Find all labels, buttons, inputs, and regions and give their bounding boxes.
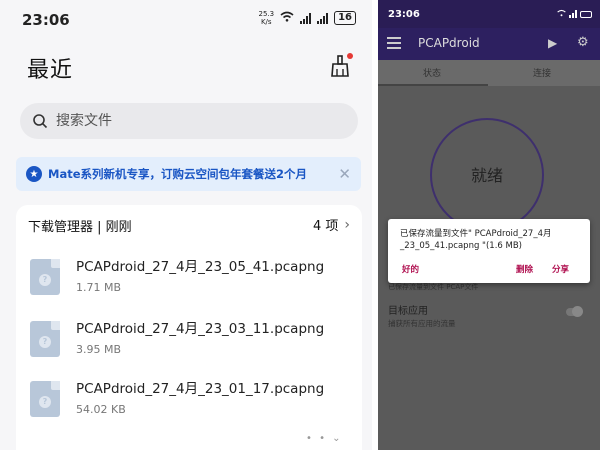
dialog-message: 已保存流量到文件" PCAPdroid_27_4月_23_05_41.pcapn… (400, 229, 552, 251)
signal-icon-2 (317, 12, 329, 24)
broom-icon (331, 55, 349, 77)
app-title: PCAPdroid (418, 36, 480, 50)
file-name: PCAPdroid_27_4月_23_05_41.pcapng (76, 259, 325, 275)
close-icon[interactable]: ✕ (338, 165, 351, 183)
chevron-right-icon: › (344, 216, 350, 233)
status-bar: 23:06 25.3 K/s 16 (0, 0, 372, 42)
file-item[interactable]: ? PCAPdroid_27_4月_23_05_41.pcapng 1.71 M… (28, 255, 348, 307)
pcapdroid-screen: 23:06 PCAPdroid ▶ ⚙ 状态 连接 就绪 已保存流量到文件 PC… (378, 0, 600, 450)
file-icon: ? (30, 381, 60, 417)
tab-indicator (378, 84, 488, 86)
page-title: 最近 (27, 58, 74, 83)
search-bar[interactable] (20, 103, 358, 139)
file-name: PCAPdroid_27_4月_23_03_11.pcapng (76, 321, 325, 337)
tab-bar: 状态 连接 (378, 60, 600, 86)
status-time: 23:06 (22, 11, 70, 29)
file-manager-screen: 23:06 25.3 K/s 16 最近 ★ (0, 0, 372, 450)
promo-banner[interactable]: ★ Mate系列新机专享，订购云空间包年套餐送2个月 ✕ (16, 157, 361, 191)
file-size: 3.95 MB (76, 343, 122, 356)
downloads-header: 下载管理器 | 刚刚 (28, 220, 132, 235)
screenshot-root: 23:06 25.3 K/s 16 最近 ★ (0, 0, 600, 450)
net-speed-unit: K/s (260, 18, 272, 26)
downloads-count-button[interactable]: 4 项 › (312, 215, 350, 235)
file-icon: ? (30, 259, 60, 295)
banner-text: Mate系列新机专享，订购云空间包年套餐送2个月 (48, 167, 308, 181)
file-size: 54.02 KB (76, 403, 126, 416)
wifi-icon (557, 9, 566, 19)
tab-connections[interactable]: 连接 (533, 66, 551, 79)
battery-icon (580, 10, 592, 18)
cleanup-button[interactable] (330, 53, 353, 77)
search-input[interactable] (56, 113, 326, 129)
search-icon (33, 114, 48, 129)
file-size: 1.71 MB (76, 281, 122, 294)
notification-dot (347, 53, 353, 59)
menu-icon[interactable] (387, 37, 401, 49)
net-speed-value: 25.3 (258, 10, 275, 18)
file-icon: ? (30, 321, 60, 357)
wifi-icon (280, 11, 294, 25)
status-icons (557, 9, 592, 19)
target-app-title: 目标应用 (388, 306, 428, 317)
status-text: 就绪 (470, 166, 503, 185)
battery-icon: 16 (334, 11, 356, 25)
star-badge-icon: ★ (26, 166, 42, 182)
delete-button[interactable]: 删除 (516, 263, 533, 275)
faded-info-line: 已保存流量到文件 PCAP文件 (388, 283, 479, 291)
app-toolbar: PCAPdroid ▶ ⚙ (378, 28, 600, 60)
status-time: 23:06 (388, 9, 420, 20)
net-speed: 25.3 K/s (258, 10, 274, 26)
saved-dialog: 已保存流量到文件" PCAPdroid_27_4月_23_05_41.pcapn… (388, 219, 590, 283)
share-button[interactable]: 分享 (552, 263, 569, 275)
signal-icon (569, 10, 577, 18)
downloads-card: 下载管理器 | 刚刚 4 项 › ? PCAPdroid_27_4月_23_05… (16, 205, 362, 450)
file-name: PCAPdroid_27_4月_23_01_17.pcapng (76, 381, 325, 397)
tab-status[interactable]: 状态 (423, 66, 441, 79)
gear-icon[interactable]: ⚙ (577, 35, 589, 50)
status-icons: 25.3 K/s 16 (258, 10, 356, 26)
signal-icon (300, 12, 312, 24)
file-item[interactable]: ? PCAPdroid_27_4月_23_03_11.pcapng 3.95 M… (28, 317, 348, 369)
downloads-count: 4 项 (312, 219, 339, 234)
target-app-toggle[interactable] (566, 306, 583, 317)
status-bar: 23:06 (378, 0, 600, 28)
capture-status-circle[interactable]: 就绪 (430, 118, 544, 232)
target-app-subtitle: 捕获所有应用的流量 (388, 319, 456, 328)
ok-button[interactable]: 好的 (402, 263, 419, 275)
file-item[interactable]: ? PCAPdroid_27_4月_23_01_17.pcapng 54.02 … (28, 377, 348, 429)
play-icon[interactable]: ▶ (548, 36, 557, 50)
more-indicator: • • ⌄ (306, 433, 343, 444)
